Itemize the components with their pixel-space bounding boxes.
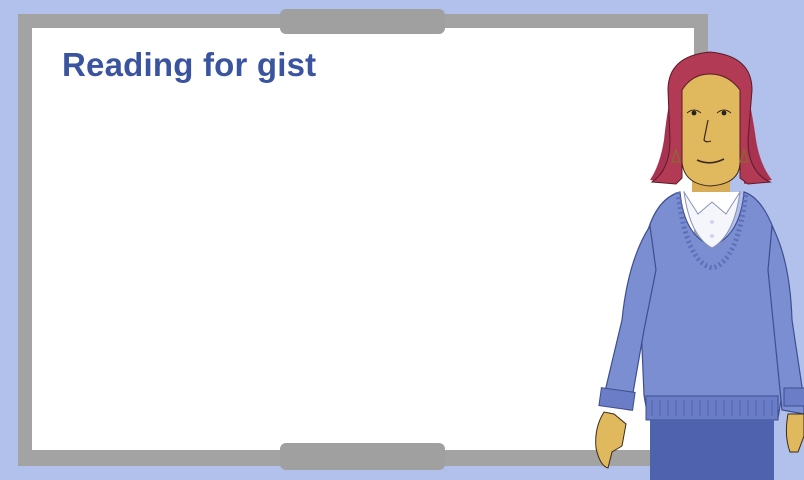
face [681,69,741,187]
shirt-button [710,220,714,224]
teacher-illustration [595,51,804,480]
right-eye [721,110,727,116]
skirt [650,420,774,480]
right-hand [785,413,804,453]
shirt-button-2 [710,234,714,238]
left-eye [691,110,697,116]
left-hand [595,411,627,469]
sweater-waistband [645,395,779,421]
right-cuff [783,387,804,407]
